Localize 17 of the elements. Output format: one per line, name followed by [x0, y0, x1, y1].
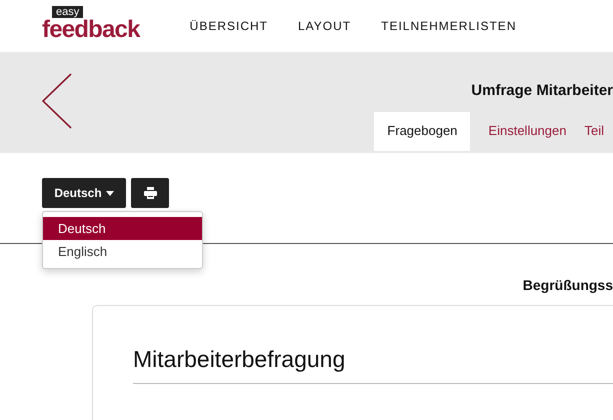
survey-title: Umfrage Mitarbeiter	[471, 82, 613, 99]
caret-icon	[106, 190, 114, 196]
nav-link[interactable]: LAYOUT	[298, 19, 352, 33]
survey-heading: Mitarbeiterbefragung	[133, 346, 346, 373]
language-option[interactable]: Englisch	[43, 240, 202, 263]
print-button[interactable]	[131, 178, 169, 208]
language-dropdown-button[interactable]: Deutsch	[42, 178, 126, 208]
nav-link[interactable]: TEILNEHMERLISTEN	[381, 19, 516, 33]
nav-link[interactable]: ÜBERSICHT	[190, 19, 268, 33]
language-option[interactable]: Deutsch	[43, 217, 202, 240]
tab[interactable]: Fragebogen	[374, 112, 470, 151]
tab[interactable]: Teil	[575, 112, 613, 151]
easy-feedback-logo[interactable]: easy feedback	[42, 6, 140, 42]
tab[interactable]: Einstellungen	[479, 112, 576, 151]
page-heading: Begrüßungss	[522, 277, 613, 293]
back-chevron-icon[interactable]	[42, 73, 72, 129]
printer-icon	[144, 187, 156, 199]
